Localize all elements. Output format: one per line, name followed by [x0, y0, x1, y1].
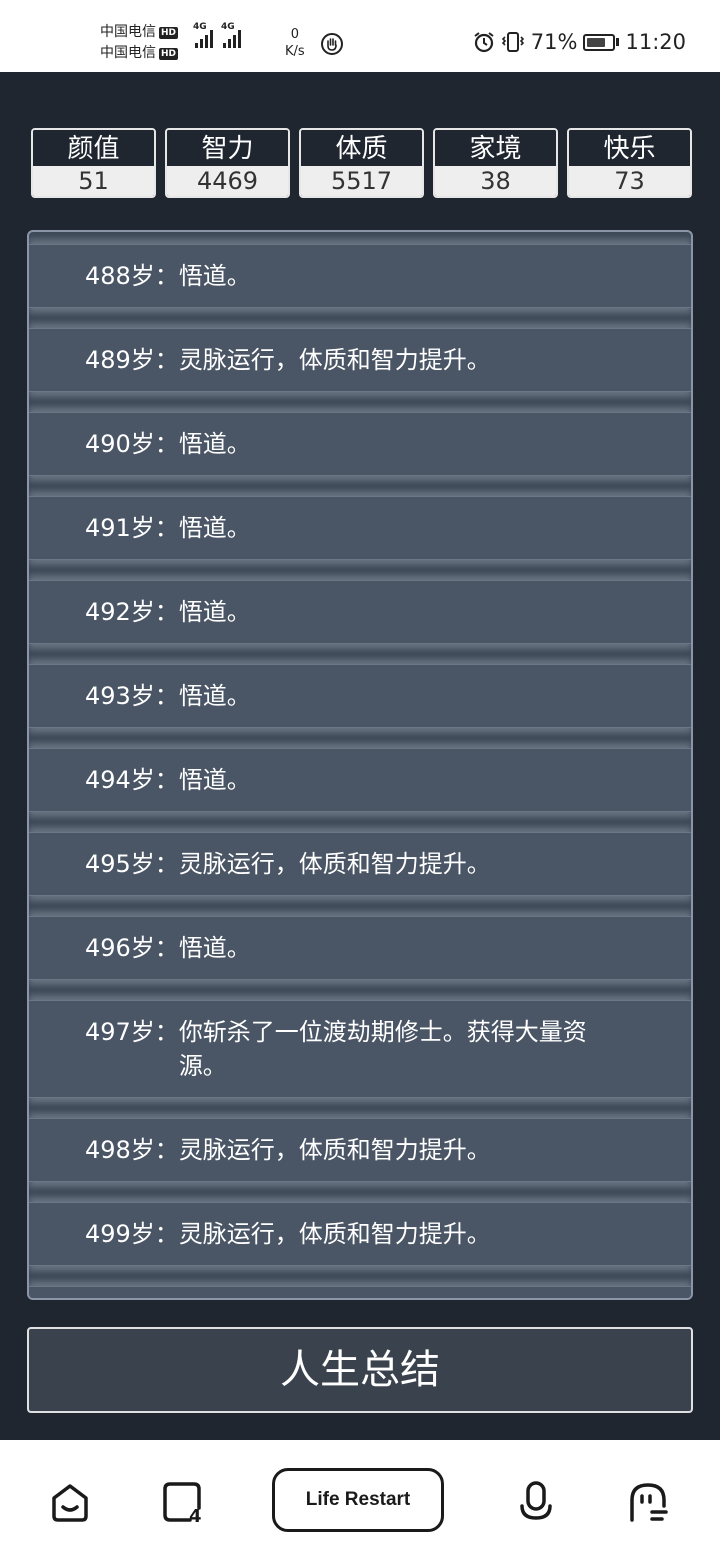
log-age: 488岁：: [85, 262, 179, 290]
log-age: 499岁：: [85, 1220, 179, 1248]
stat-value: 38: [435, 166, 556, 196]
battery-percent: 71%: [530, 30, 578, 54]
log-entry: 495岁： 灵脉运行，体质和智力提升。: [29, 832, 691, 896]
stat-label: 快乐: [569, 130, 690, 166]
log-age: 494岁：: [85, 766, 179, 794]
log-text: 悟道。: [179, 259, 651, 293]
alarm-icon: [474, 32, 494, 53]
log-entry: 496岁： 悟道。: [29, 916, 691, 980]
bottom-nav: 4 Life Restart: [0, 1440, 720, 1560]
log-entry: 490岁： 悟道。: [29, 412, 691, 476]
stat-value: 73: [569, 166, 690, 196]
stat-value: 5517: [301, 166, 422, 196]
log-entry: 498岁： 灵脉运行，体质和智力提升。: [29, 1118, 691, 1182]
log-text: 悟道。: [179, 763, 651, 797]
log-age: 498岁：: [85, 1136, 179, 1164]
log-line: 悟道。: [178, 766, 251, 794]
stat-family: 家境 38: [433, 128, 558, 198]
carrier-info: 中国电信 HD 中国电信 HD: [100, 22, 179, 64]
log-entry: 497岁： 你斩杀了一位渡劫期修士。获得大量资 源。: [29, 1000, 691, 1098]
log-entry: 500岁：寿元终。你死了。: [29, 1286, 691, 1298]
log-line: 悟道。: [178, 262, 251, 290]
log-entry: 494岁： 悟道。: [29, 748, 691, 812]
stat-label: 智力: [167, 130, 288, 166]
log-line: 悟道。: [178, 598, 251, 626]
log-text: 灵脉运行，体质和智力提升。: [179, 1133, 651, 1167]
home-icon[interactable]: [48, 1480, 92, 1524]
log-text: 悟道。: [179, 595, 651, 629]
log-entry: 488岁： 悟道。: [29, 244, 691, 308]
log-text: 悟道。: [179, 931, 651, 965]
log-line: 悟道。: [178, 934, 251, 962]
log-age: 496岁：: [85, 934, 179, 962]
stat-label: 颜值: [33, 130, 154, 166]
carrier-2: 中国电信: [100, 45, 156, 61]
log-entry: 499岁： 灵脉运行，体质和智力提升。: [29, 1202, 691, 1266]
log-text: 悟道。: [179, 427, 651, 461]
stat-appearance: 颜值 51: [31, 128, 156, 198]
stat-constitution: 体质 5517: [299, 128, 424, 198]
log-age: 495岁：: [85, 850, 179, 878]
life-log-list[interactable]: 488岁： 悟道。 489岁： 灵脉运行，体质和智力提升。 490岁： 悟道。 491岁：悟…: [27, 230, 693, 1300]
log-line: 源。: [178, 1052, 227, 1080]
network-speed: 0 K/s: [285, 27, 305, 59]
log-age: 493岁：: [85, 682, 179, 710]
log-text: 灵脉运行，体质和智力提升。: [179, 1217, 651, 1251]
log-text: 灵脉运行，体质和智力提升。: [179, 847, 651, 881]
signal-1-icon: 4G: [193, 22, 213, 48]
log-age: 491岁：: [85, 514, 179, 542]
log-entry: 492岁： 悟道。: [29, 580, 691, 644]
stat-label: 体质: [301, 130, 422, 166]
signal-indicators: 4G 4G: [193, 22, 241, 48]
stat-value: 4469: [167, 166, 288, 196]
svg-text:4: 4: [189, 1506, 202, 1524]
vibrate-icon: [501, 32, 524, 52]
stat-happiness: 快乐 73: [567, 128, 692, 198]
log-line: 灵脉运行，体质和智力提升。: [178, 1136, 491, 1164]
stat-label: 家境: [435, 130, 556, 166]
log-line: 你斩杀了一位渡劫期修士。获得大量资: [178, 1018, 587, 1046]
log-line: 灵脉运行，体质和智力提升。: [178, 346, 491, 374]
log-line: 悟道。: [178, 430, 251, 458]
battery-icon: [583, 33, 620, 51]
assistant-icon[interactable]: [626, 1480, 670, 1524]
status-right: 71% 11:20: [473, 30, 686, 54]
log-line: 灵脉运行，体质和智力提升。: [178, 1220, 491, 1248]
tab-switcher-icon[interactable]: 4: [160, 1480, 204, 1524]
log-entry: 493岁： 悟道。: [29, 664, 691, 728]
app-content: 颜值 51 智力 4469 体质 5517 家境 38 快乐 73 488岁：悟…: [0, 72, 720, 1440]
log-text: 悟道。: [179, 679, 651, 713]
log-entry: 489岁： 灵脉运行，体质和智力提升。: [29, 328, 691, 392]
attribute-stats: 颜值 51 智力 4469 体质 5517 家境 38 快乐 73: [31, 128, 692, 198]
microphone-icon[interactable]: [514, 1480, 558, 1524]
log-age: 490岁：: [85, 430, 179, 458]
status-bar: 中国电信 HD 中国电信 HD 4G 4G 0 K/s 71% 11:20: [0, 0, 720, 72]
log-text: 悟道。: [179, 511, 651, 545]
hd-badge: HD: [159, 47, 179, 60]
log-text: 灵脉运行，体质和智力提升。: [179, 343, 651, 377]
log-line: 悟道。: [178, 682, 251, 710]
life-restart-button[interactable]: Life Restart: [272, 1468, 444, 1532]
log-line: 灵脉运行，体质和智力提升。: [178, 850, 491, 878]
log-text: 你斩杀了一位渡劫期修士。获得大量资 源。: [179, 1015, 651, 1083]
hd-badge: HD: [159, 26, 179, 39]
log-age: 492岁：: [85, 598, 179, 626]
log-age: 489岁：: [85, 346, 179, 374]
gesture-hand-icon: [321, 33, 343, 55]
log-age: 497岁：: [85, 1018, 179, 1046]
stat-intelligence: 智力 4469: [165, 128, 290, 198]
log-entry: 491岁： 悟道。: [29, 496, 691, 560]
carrier-1: 中国电信: [100, 24, 156, 40]
stat-value: 51: [33, 166, 154, 196]
log-line: 悟道。: [178, 514, 251, 542]
clock: 11:20: [625, 30, 686, 54]
signal-2-icon: 4G: [221, 22, 241, 48]
life-summary-button[interactable]: 人生总结: [27, 1327, 693, 1413]
